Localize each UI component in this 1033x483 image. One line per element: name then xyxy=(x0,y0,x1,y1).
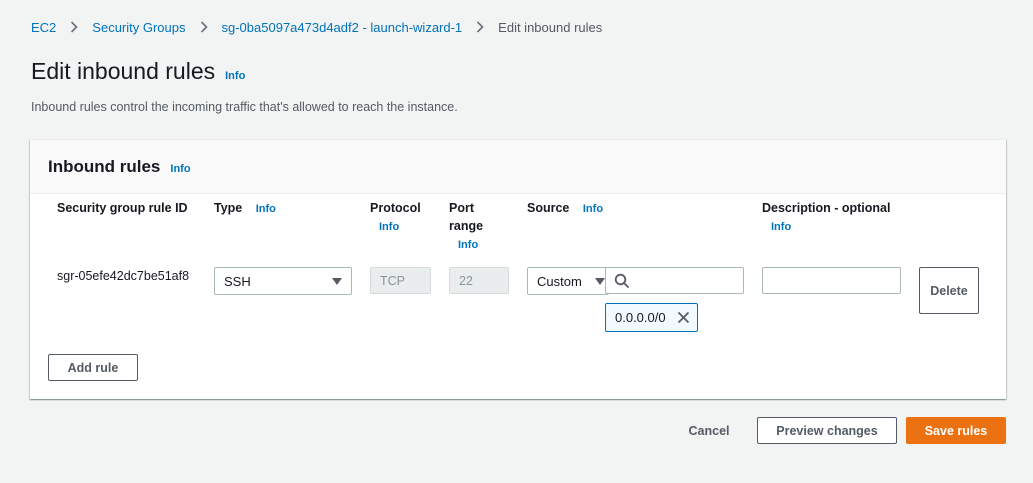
protocol-value: TCP xyxy=(380,273,405,288)
add-rule-button[interactable]: Add rule xyxy=(48,354,138,381)
panel-info-link[interactable]: Info xyxy=(170,163,190,175)
breadcrumb-security-group-id[interactable]: sg-0ba5097a473d4adf2 - launch-wizard-1 xyxy=(222,20,463,35)
cancel-button[interactable]: Cancel xyxy=(674,417,744,444)
column-header-protocol: Protocol Info xyxy=(370,199,421,236)
page-description: Inbound rules control the incoming traff… xyxy=(31,100,458,114)
source-type-value: Custom xyxy=(537,273,582,289)
type-select-value: SSH xyxy=(224,273,251,289)
source-token-label: 0.0.0.0/0 xyxy=(615,310,666,325)
column-header-type: Type Info xyxy=(214,199,276,218)
save-rules-button[interactable]: Save rules xyxy=(906,417,1006,444)
chevron-right-icon xyxy=(468,18,492,36)
column-header-port-label-2: range xyxy=(449,219,484,233)
port-range-field: 22 xyxy=(449,267,509,294)
preview-changes-button[interactable]: Preview changes xyxy=(757,417,897,444)
breadcrumb: EC2 Security Groups sg-0ba5097a473d4adf2… xyxy=(31,18,602,36)
column-header-source: Source Info xyxy=(527,199,603,218)
rule-id-value: sgr-05efe42dc7be51af8 xyxy=(57,269,190,283)
panel-title-wrap: Inbound rules Info xyxy=(48,157,191,177)
column-header-rule-id: Security group rule ID xyxy=(57,199,188,217)
type-select[interactable]: SSH xyxy=(214,267,352,295)
source-info-link[interactable]: Info xyxy=(583,200,603,218)
protocol-field: TCP xyxy=(370,267,431,294)
panel-header: Inbound rules Info xyxy=(30,140,1006,194)
description-info-link[interactable]: Info xyxy=(771,218,791,236)
protocol-info-link[interactable]: Info xyxy=(379,218,399,236)
type-info-link[interactable]: Info xyxy=(256,200,276,218)
port-range-value: 22 xyxy=(459,273,473,288)
description-input[interactable] xyxy=(762,267,901,294)
inbound-rules-panel: Inbound rules Info Security group rule I… xyxy=(30,139,1006,399)
page-title: Edit inbound rules xyxy=(31,58,216,84)
column-header-type-label: Type xyxy=(214,201,243,215)
breadcrumb-security-groups[interactable]: Security Groups xyxy=(92,20,185,35)
source-type-select[interactable]: Custom xyxy=(527,267,609,295)
panel-title: Inbound rules xyxy=(48,157,161,176)
delete-rule-button[interactable]: Delete xyxy=(919,267,979,314)
port-range-info-link[interactable]: Info xyxy=(458,236,478,254)
column-header-description-label: Description - optional xyxy=(762,201,891,215)
close-icon[interactable] xyxy=(677,311,690,324)
column-header-port-label-1: Port xyxy=(449,201,474,215)
column-header-protocol-label: Protocol xyxy=(370,201,421,215)
chevron-right-icon xyxy=(62,18,86,36)
caret-down-icon xyxy=(595,278,605,285)
column-header-rule-id-label: Security group rule ID xyxy=(57,201,188,215)
search-icon xyxy=(614,273,630,289)
page-header: Edit inbound rules Info xyxy=(31,58,245,85)
source-token: 0.0.0.0/0 xyxy=(605,303,698,332)
column-header-source-label: Source xyxy=(527,201,570,215)
breadcrumb-current: Edit inbound rules xyxy=(498,19,603,35)
column-header-description: Description - optional Info xyxy=(762,199,890,236)
chevron-right-icon xyxy=(192,18,216,36)
breadcrumb-ec2[interactable]: EC2 xyxy=(31,20,56,35)
page-info-link[interactable]: Info xyxy=(225,70,245,82)
column-header-port-range: Port range Info xyxy=(449,199,483,254)
caret-down-icon xyxy=(332,278,342,285)
